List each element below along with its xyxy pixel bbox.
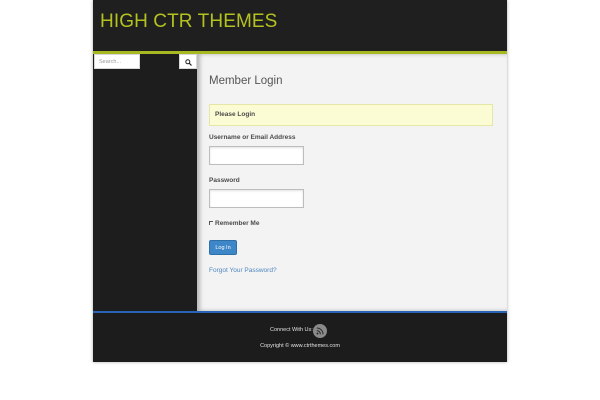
site-header: HIGH CTR THEMES [93, 0, 507, 54]
password-field[interactable] [209, 189, 304, 208]
search-input[interactable] [94, 54, 140, 69]
remember-me-checkbox[interactable] [209, 221, 213, 225]
connect-label: Connect With Us: [270, 327, 313, 333]
password-label: Password [209, 177, 240, 184]
site-footer: Connect With Us: Copyright © www.ctrthem… [93, 311, 507, 362]
rss-icon [316, 327, 324, 335]
search-icon [185, 59, 192, 66]
site-title[interactable]: HIGH CTR THEMES [100, 11, 277, 33]
username-label: Username or Email Address [209, 134, 296, 141]
remember-me-label: Remember Me [215, 220, 260, 227]
page-wrapper: HIGH CTR THEMES Member Login Please Logi… [93, 0, 507, 362]
rss-button[interactable] [313, 324, 327, 338]
page-title: Member Login [209, 75, 283, 87]
login-button[interactable]: Log In [209, 240, 237, 255]
forgot-password-link[interactable]: Forgot Your Password? [209, 267, 277, 274]
login-notice: Please Login [209, 104, 493, 126]
login-notice-text: Please Login [215, 111, 256, 118]
sidebar [93, 54, 197, 311]
copyright-text: Copyright © www.ctrthemes.com [260, 343, 340, 349]
username-field[interactable] [209, 146, 304, 165]
search-button[interactable] [179, 54, 197, 69]
main-content: Member Login Please Login Username or Em… [197, 54, 507, 311]
